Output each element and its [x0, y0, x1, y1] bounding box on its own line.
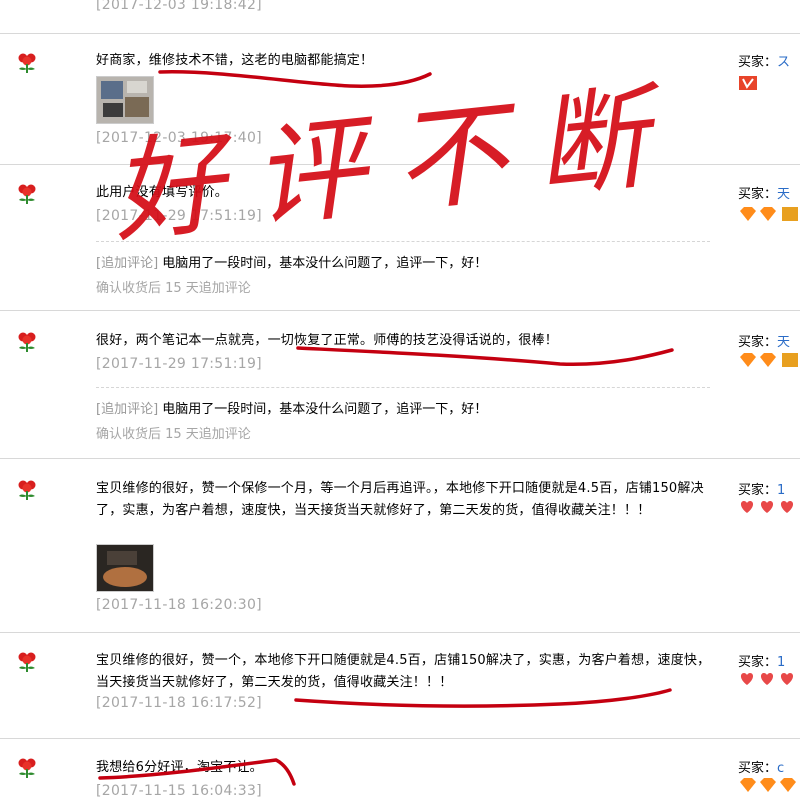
buyer-info: 买家：c	[738, 757, 784, 776]
red-flower-icon	[18, 758, 36, 778]
review-text: 我想给6分好评，淘宝不让。	[96, 760, 263, 775]
buyer-label: 买家：	[738, 483, 778, 498]
append-text: 电脑用了一段时间，基本没什么问题了，追评一下，好！	[162, 256, 488, 271]
buyer-info: 买家：1	[738, 479, 785, 498]
buyer-label: 买家：	[738, 187, 778, 202]
red-flower-icon	[18, 480, 36, 500]
diamond-rank-icon	[740, 778, 796, 792]
review-date: [2017-11-29 17:51:19]	[96, 356, 262, 372]
red-flower-icon	[18, 53, 36, 73]
red-flower-icon	[18, 184, 36, 204]
buyer-nick[interactable]: 天	[777, 187, 790, 202]
review-text: 很好，两个笔记本一点就亮，一切恢复了正常。师傅的技艺没得话说的，很棒！	[96, 333, 559, 348]
append-comment: [追加评论] 电脑用了一段时间，基本没什么问题了，追评一下，好！	[96, 398, 487, 417]
review-text: 好商家，维修技术不错，这老的电脑都能搞定！	[96, 53, 374, 68]
review-photo[interactable]	[96, 76, 154, 124]
buyer-info: 买家：1	[738, 651, 785, 670]
review-date: [2017-11-18 16:17:52]	[96, 695, 262, 711]
rank-badge-icon	[739, 76, 757, 90]
review-text: 宝贝维修的很好，赞一个保修一个月，等一个月后再追评。，本地修下开口随便就是4.5…	[96, 481, 704, 518]
buyer-nick[interactable]: 1	[777, 655, 785, 670]
append-text: 电脑用了一段时间，基本没什么问题了，追评一下，好！	[162, 402, 488, 417]
buyer-info: 买家：ス	[738, 51, 790, 70]
diamond-rank-icon	[740, 207, 798, 221]
append-label: [追加评论]	[96, 256, 159, 271]
buyer-label: 买家：	[738, 761, 778, 776]
review-item: 宝贝维修的很好，赞一个，本地修下开口随便就是4.5百，店铺150解决了，实惠，为…	[0, 632, 800, 739]
buyer-info: 买家：天	[738, 183, 790, 202]
red-flower-icon	[18, 332, 36, 352]
buyer-nick[interactable]: c	[777, 761, 784, 776]
buyer-label: 买家：	[738, 55, 778, 70]
buyer-info: 买家：天	[738, 331, 790, 350]
append-label: [追加评论]	[96, 402, 159, 417]
buyer-nick[interactable]: 1	[777, 483, 785, 498]
red-flower-icon	[18, 652, 36, 672]
diamond-rank-icon	[740, 353, 798, 367]
divider	[96, 387, 710, 388]
heart-rank-icon	[740, 673, 794, 685]
review-photo[interactable]	[96, 544, 154, 592]
review-item: 很好，两个笔记本一点就亮，一切恢复了正常。师傅的技艺没得话说的，很棒！ [201…	[0, 310, 800, 459]
review-date: [2017-12-03 19:18:42]	[96, 0, 262, 13]
review-item: 我想给6分好评，淘宝不让。 [2017-11-15 16:04:33] 买家：c	[0, 738, 800, 801]
append-confirm-note: 确认收货后 15 天追加评论	[96, 281, 251, 296]
review-item: 宝贝维修的很好，赞一个保修一个月，等一个月后再追评。，本地修下开口随便就是4.5…	[0, 458, 800, 633]
review-date: [2017-11-15 16:04:33]	[96, 783, 262, 799]
buyer-nick[interactable]: 天	[777, 335, 790, 350]
review-date: [2017-11-18 16:20:30]	[96, 597, 262, 613]
append-confirm-note: 确认收货后 15 天追加评论	[96, 427, 251, 442]
review-text: 宝贝维修的很好，赞一个，本地修下开口随便就是4.5百，店铺150解决了，实惠，为…	[96, 653, 711, 690]
buyer-nick[interactable]: ス	[777, 55, 790, 70]
buyer-label: 买家：	[738, 655, 778, 670]
heart-rank-icon	[740, 501, 794, 513]
buyer-label: 买家：	[738, 335, 778, 350]
